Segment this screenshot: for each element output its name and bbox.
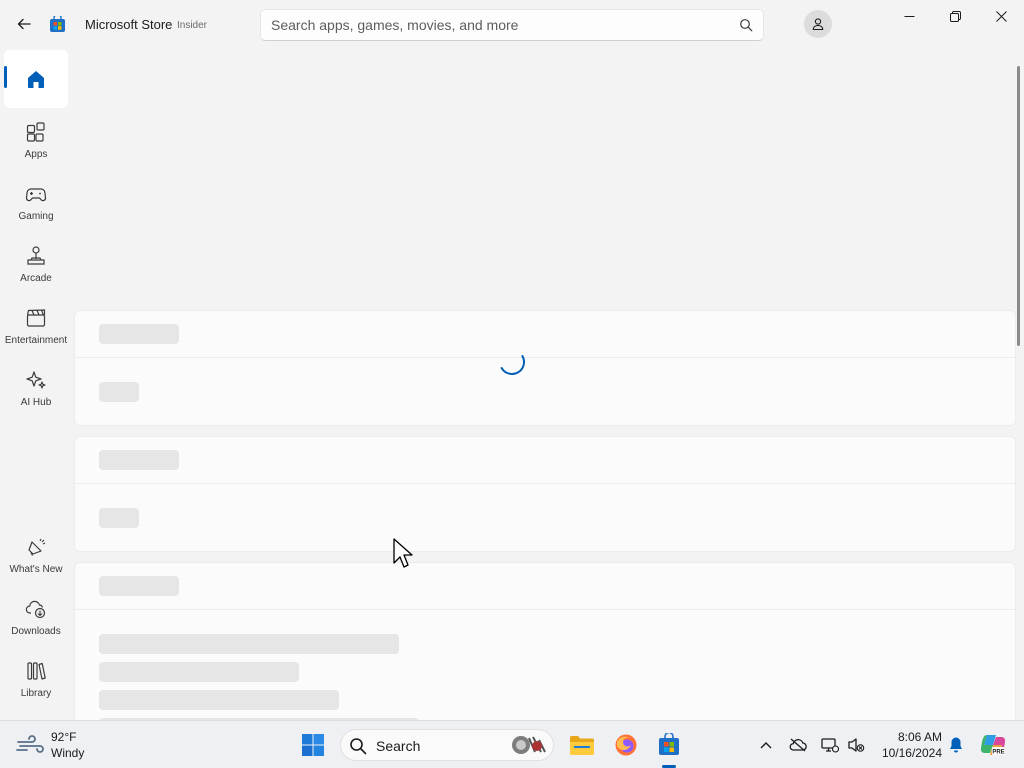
close-icon bbox=[995, 10, 1007, 22]
system-clock[interactable]: 8:06 AM 10/16/2024 bbox=[876, 729, 942, 761]
search-input[interactable] bbox=[271, 10, 731, 40]
taskbar: 92°F Windy Search 8:06 AM 10/16/2024 PRE bbox=[0, 720, 1024, 768]
search-icon bbox=[350, 738, 367, 755]
active-indicator bbox=[4, 66, 7, 88]
mouse-cursor-icon bbox=[393, 538, 413, 568]
card-divider bbox=[75, 483, 1015, 484]
nav-item-library[interactable]: Library bbox=[4, 651, 68, 709]
store-logo-icon bbox=[50, 16, 65, 32]
skeleton-card bbox=[74, 562, 1016, 720]
card-divider bbox=[75, 357, 1015, 358]
account-button[interactable] bbox=[804, 10, 832, 38]
title-bar: Microsoft Store Insider bbox=[0, 0, 1024, 48]
folder-icon bbox=[570, 736, 594, 755]
start-button[interactable] bbox=[298, 730, 328, 760]
skeleton-line bbox=[99, 662, 299, 682]
onedrive-tray-button[interactable] bbox=[788, 735, 808, 755]
skeleton-line bbox=[99, 382, 139, 402]
clock-date: 10/16/2024 bbox=[881, 746, 942, 760]
nav-item-downloads[interactable]: Downloads bbox=[4, 589, 68, 647]
back-button[interactable] bbox=[12, 12, 36, 36]
taskbar-search-label: Search bbox=[376, 738, 421, 754]
vertical-scrollbar[interactable] bbox=[1017, 66, 1020, 346]
sound-muted-icon bbox=[848, 738, 865, 752]
skeleton-line bbox=[99, 508, 139, 528]
search-icon[interactable] bbox=[739, 18, 753, 32]
clock-time: 8:06 AM bbox=[897, 730, 942, 744]
network-tray-button[interactable] bbox=[820, 735, 840, 755]
nav-item-gaming[interactable]: Gaming bbox=[4, 174, 68, 232]
joystick-icon bbox=[24, 244, 48, 268]
gamepad-icon bbox=[24, 182, 48, 206]
svg-text:PRE: PRE bbox=[992, 750, 1004, 756]
nav-item-apps[interactable]: Apps bbox=[4, 112, 68, 170]
nav-label-library: Library bbox=[20, 688, 52, 699]
copilot-icon: PRE bbox=[980, 735, 1006, 756]
network-icon bbox=[821, 738, 839, 753]
person-icon bbox=[812, 18, 824, 31]
nav-item-home[interactable] bbox=[4, 50, 68, 108]
main-content bbox=[72, 48, 1024, 720]
nav-label-whats-new: What's New bbox=[9, 564, 63, 575]
chevron-up-icon bbox=[760, 742, 772, 749]
app-title: Microsoft Store bbox=[85, 17, 173, 32]
cloud-download-icon bbox=[24, 597, 48, 621]
taskbar-search[interactable]: Search bbox=[340, 729, 554, 761]
card-divider bbox=[75, 609, 1015, 610]
nav-label-arcade: Arcade bbox=[20, 273, 52, 284]
nav-label-apps: Apps bbox=[24, 149, 48, 160]
skeleton-title bbox=[99, 324, 179, 344]
weather-temperature: 92°F bbox=[51, 730, 77, 744]
back-arrow-icon bbox=[17, 18, 31, 30]
volume-tray-button[interactable] bbox=[846, 735, 866, 755]
close-button[interactable] bbox=[978, 0, 1024, 32]
show-hidden-icons-button[interactable] bbox=[756, 735, 776, 755]
nav-label-ai-hub: AI Hub bbox=[20, 397, 52, 408]
nav-label-downloads: Downloads bbox=[11, 626, 61, 637]
copilot-button[interactable]: PRE bbox=[978, 730, 1008, 760]
windows-logo-icon bbox=[302, 734, 324, 756]
nav-item-ai-hub[interactable]: AI Hub bbox=[4, 360, 68, 418]
insider-badge: Insider bbox=[177, 20, 208, 31]
library-icon bbox=[24, 659, 48, 683]
wind-icon bbox=[16, 735, 44, 753]
cloud-offline-icon bbox=[789, 738, 807, 752]
skeleton-title bbox=[99, 450, 179, 470]
restore-icon bbox=[949, 10, 961, 22]
nav-label-gaming: Gaming bbox=[18, 211, 54, 222]
skeleton-line bbox=[99, 634, 399, 654]
microsoft-store-taskbar-button[interactable] bbox=[654, 730, 684, 760]
skeleton-card bbox=[74, 310, 1016, 426]
nav-item-whats-new[interactable]: What's New bbox=[4, 527, 68, 585]
minimize-icon bbox=[904, 15, 914, 17]
skeleton-title bbox=[99, 576, 179, 596]
navigation-pane: Apps Gaming Arcade Entertainment AI Hub … bbox=[0, 48, 72, 720]
weather-condition: Windy bbox=[51, 746, 85, 760]
loading-spinner-icon bbox=[500, 355, 525, 375]
search-highlight-icon bbox=[512, 736, 546, 754]
nav-label-entertainment: Entertainment bbox=[4, 335, 68, 346]
skeleton-card bbox=[74, 436, 1016, 552]
home-icon bbox=[24, 67, 48, 91]
notifications-button[interactable] bbox=[946, 735, 966, 755]
sparkle-icon bbox=[24, 368, 48, 392]
clapperboard-icon bbox=[24, 306, 48, 330]
nav-item-entertainment[interactable]: Entertainment bbox=[4, 298, 68, 356]
file-explorer-button[interactable] bbox=[567, 730, 597, 760]
bell-icon bbox=[950, 737, 962, 753]
megaphone-icon bbox=[24, 535, 48, 559]
firefox-button[interactable] bbox=[611, 730, 641, 760]
firefox-icon bbox=[615, 734, 637, 756]
search-box bbox=[260, 9, 764, 41]
skeleton-line bbox=[99, 690, 339, 710]
restore-button[interactable] bbox=[932, 0, 978, 32]
weather-widget[interactable]: 92°F Windy bbox=[16, 729, 106, 761]
minimize-button[interactable] bbox=[886, 0, 932, 32]
store-logo-icon bbox=[659, 733, 679, 755]
nav-item-arcade[interactable]: Arcade bbox=[4, 236, 68, 294]
apps-icon bbox=[24, 120, 48, 144]
